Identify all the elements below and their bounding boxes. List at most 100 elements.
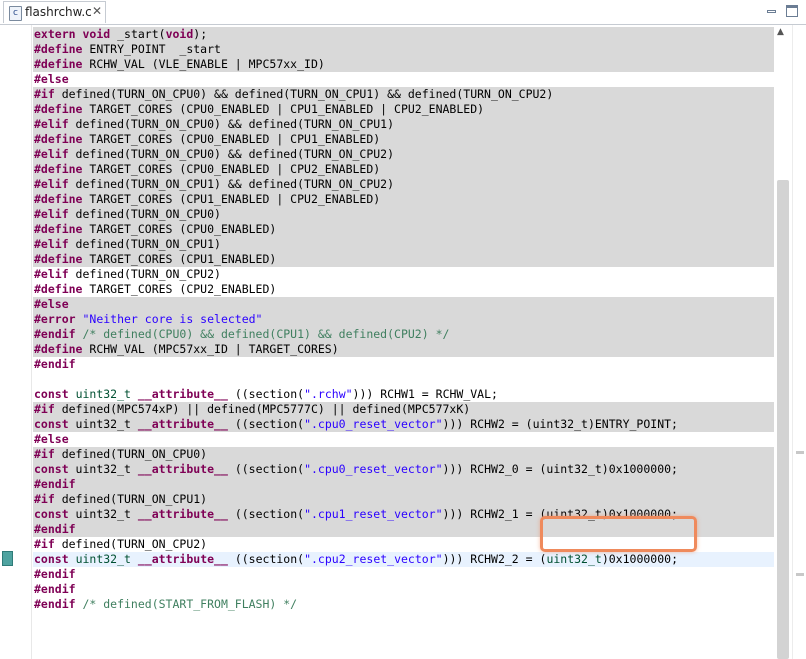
code-line[interactable]: #define TARGET_CORES (CPU0_ENABLED | CPU… bbox=[33, 162, 774, 177]
code-token: ((section( bbox=[227, 552, 305, 566]
maximize-icon[interactable] bbox=[786, 5, 798, 17]
overview-mark[interactable] bbox=[796, 451, 804, 454]
code-line[interactable]: #else bbox=[33, 72, 774, 87]
code-line[interactable]: #endif bbox=[33, 477, 774, 492]
code-line[interactable]: #elif defined(TURN_ON_CPU0) bbox=[33, 207, 774, 222]
code-line[interactable]: #define TARGET_CORES (CPU1_ENABLED | CPU… bbox=[33, 192, 774, 207]
code-line[interactable]: #if defined(TURN_ON_CPU0) bbox=[33, 447, 774, 462]
code-token: ))) bbox=[442, 507, 464, 521]
code-line[interactable]: #elif defined(TURN_ON_CPU2) bbox=[33, 267, 774, 282]
code-token: defined(TURN_ON_CPU2) bbox=[54, 537, 208, 551]
editor-tab-bar: c flashrchw.c ✕ bbox=[0, 0, 806, 25]
code-token: const bbox=[34, 462, 69, 476]
code-editor[interactable]: extern void _start(void); #define ENTRY_P… bbox=[0, 25, 806, 659]
code-token: ((section( bbox=[227, 387, 305, 401]
close-icon[interactable]: ✕ bbox=[92, 4, 102, 18]
code-token: ".cpu0_reset_vector" bbox=[304, 417, 443, 431]
tab-flashrchw-c[interactable]: c flashrchw.c ✕ bbox=[3, 1, 106, 23]
code-token: #define bbox=[34, 342, 83, 356]
code-token: #endif bbox=[34, 597, 76, 611]
code-line[interactable]: #elif defined(TURN_ON_CPU0) && defined(T… bbox=[33, 147, 774, 162]
code-token: #define bbox=[34, 102, 83, 116]
code-token: #define bbox=[34, 252, 83, 266]
overview-mark[interactable] bbox=[796, 573, 804, 576]
code-line[interactable]: #define TARGET_CORES (CPU0_ENABLED) bbox=[33, 222, 774, 237]
code-line[interactable]: #elif defined(TURN_ON_CPU1) && defined(T… bbox=[33, 177, 774, 192]
code-line[interactable]: const uint32_t __attribute__ ((section("… bbox=[33, 552, 774, 567]
code-line[interactable]: extern void _start(void); bbox=[33, 27, 774, 42]
code-token: extern bbox=[34, 27, 76, 41]
code-line[interactable]: const uint32_t __attribute__ ((section("… bbox=[33, 387, 774, 402]
code-line[interactable]: #endif bbox=[33, 567, 774, 582]
code-line[interactable]: #define ENTRY_POINT _start bbox=[33, 42, 774, 57]
code-line[interactable]: #endif /* defined(CPU0) && defined(CPU1)… bbox=[33, 327, 774, 342]
code-line[interactable]: #else bbox=[33, 297, 774, 312]
code-token: RCHW_VAL (VLE_ENABLE | MPC57xx_ID) bbox=[82, 57, 325, 71]
code-token: #else bbox=[34, 72, 69, 86]
highlight-callout bbox=[540, 516, 697, 552]
code-token: RCHW2_0 = (uint32_t)0x1000000; bbox=[463, 462, 678, 476]
code-token: #if bbox=[34, 492, 55, 506]
code-token: ))) bbox=[352, 387, 374, 401]
editor-gutter bbox=[0, 25, 32, 659]
code-token: TARGET_CORES (CPU0_ENABLED) bbox=[82, 222, 277, 236]
code-line[interactable]: #else bbox=[33, 432, 774, 447]
code-line[interactable]: #define TARGET_CORES (CPU2_ENABLED) bbox=[33, 282, 774, 297]
code-line[interactable] bbox=[33, 372, 774, 387]
code-line[interactable]: #error "Neither core is selected" bbox=[33, 312, 774, 327]
code-line[interactable]: const uint32_t __attribute__ ((section("… bbox=[33, 417, 774, 432]
code-line[interactable]: #elif defined(TURN_ON_CPU0) && defined(T… bbox=[33, 117, 774, 132]
code-token: const bbox=[34, 552, 69, 566]
code-token: #elif bbox=[34, 267, 69, 281]
code-line[interactable]: #if defined(MPC574xP) || defined(MPC5777… bbox=[33, 402, 774, 417]
code-token: #define bbox=[34, 222, 83, 236]
minimize-icon[interactable] bbox=[766, 5, 778, 17]
code-line[interactable]: #endif bbox=[33, 357, 774, 372]
code-line[interactable]: #define TARGET_CORES (CPU0_ENABLED | CPU… bbox=[33, 102, 774, 117]
code-token: RCHW2 = (uint32_t)ENTRY_POINT; bbox=[463, 417, 678, 431]
code-line[interactable]: #endif /* defined(START_FROM_FLASH) */ bbox=[33, 597, 774, 612]
overview-ruler[interactable] bbox=[792, 25, 806, 659]
code-line[interactable]: #elif defined(TURN_ON_CPU1) bbox=[33, 237, 774, 252]
code-line[interactable]: #define RCHW_VAL (VLE_ENABLE | MPC57xx_I… bbox=[33, 57, 774, 72]
code-token: ".cpu2_reset_vector" bbox=[304, 552, 443, 566]
code-line[interactable]: #define TARGET_CORES (CPU1_ENABLED) bbox=[33, 252, 774, 267]
code-token: #define bbox=[34, 282, 83, 296]
code-token: #if bbox=[34, 87, 55, 101]
code-line[interactable]: #if defined(TURN_ON_CPU0) && defined(TUR… bbox=[33, 87, 774, 102]
code-line[interactable]: const uint32_t __attribute__ ((section("… bbox=[33, 462, 774, 477]
code-token: #elif bbox=[34, 147, 69, 161]
code-token: uint32_t bbox=[75, 387, 131, 401]
code-token: #define bbox=[34, 192, 83, 206]
code-token: ((section( bbox=[227, 507, 305, 521]
code-token: #if bbox=[34, 537, 55, 551]
code-token: defined(TURN_ON_CPU1) bbox=[68, 237, 221, 251]
code-token: #if bbox=[34, 402, 55, 416]
code-line[interactable]: #if defined(TURN_ON_CPU1) bbox=[33, 492, 774, 507]
code-token: __attribute__ bbox=[137, 462, 228, 476]
code-token: _start( bbox=[110, 27, 166, 41]
code-token: #define bbox=[34, 162, 83, 176]
code-token: "Neither core is selected" bbox=[75, 312, 263, 326]
code-token: defined(TURN_ON_CPU1) && defined(TURN_ON… bbox=[68, 177, 395, 191]
code-token: #endif bbox=[34, 357, 76, 371]
code-token: #endif bbox=[34, 327, 76, 341]
code-line[interactable]: #define RCHW_VAL (MPC57xx_ID | TARGET_CO… bbox=[33, 342, 774, 357]
code-line[interactable]: #define TARGET_CORES (CPU0_ENABLED | CPU… bbox=[33, 132, 774, 147]
vertical-scrollbar[interactable]: ▲ bbox=[775, 25, 792, 659]
code-token: ENTRY_POINT _start bbox=[82, 42, 221, 56]
code-line[interactable]: #endif bbox=[33, 582, 774, 597]
c-file-icon: c bbox=[9, 6, 22, 21]
code-area[interactable]: extern void _start(void); #define ENTRY_P… bbox=[33, 25, 774, 659]
code-token: const bbox=[34, 417, 69, 431]
code-token: __attribute__ bbox=[137, 507, 228, 521]
scrollbar-thumb[interactable] bbox=[777, 180, 789, 659]
code-token: defined(TURN_ON_CPU0) && defined(TURN_ON… bbox=[54, 87, 554, 101]
code-token: defined(TURN_ON_CPU0) && defined(TURN_ON… bbox=[68, 117, 395, 131]
code-token: uint32_t bbox=[75, 552, 131, 566]
code-token: #endif bbox=[34, 567, 76, 581]
code-token: __attribute__ bbox=[137, 417, 228, 431]
code-token: __attribute__ bbox=[137, 552, 228, 566]
scroll-up-icon[interactable]: ▲ bbox=[777, 27, 784, 37]
